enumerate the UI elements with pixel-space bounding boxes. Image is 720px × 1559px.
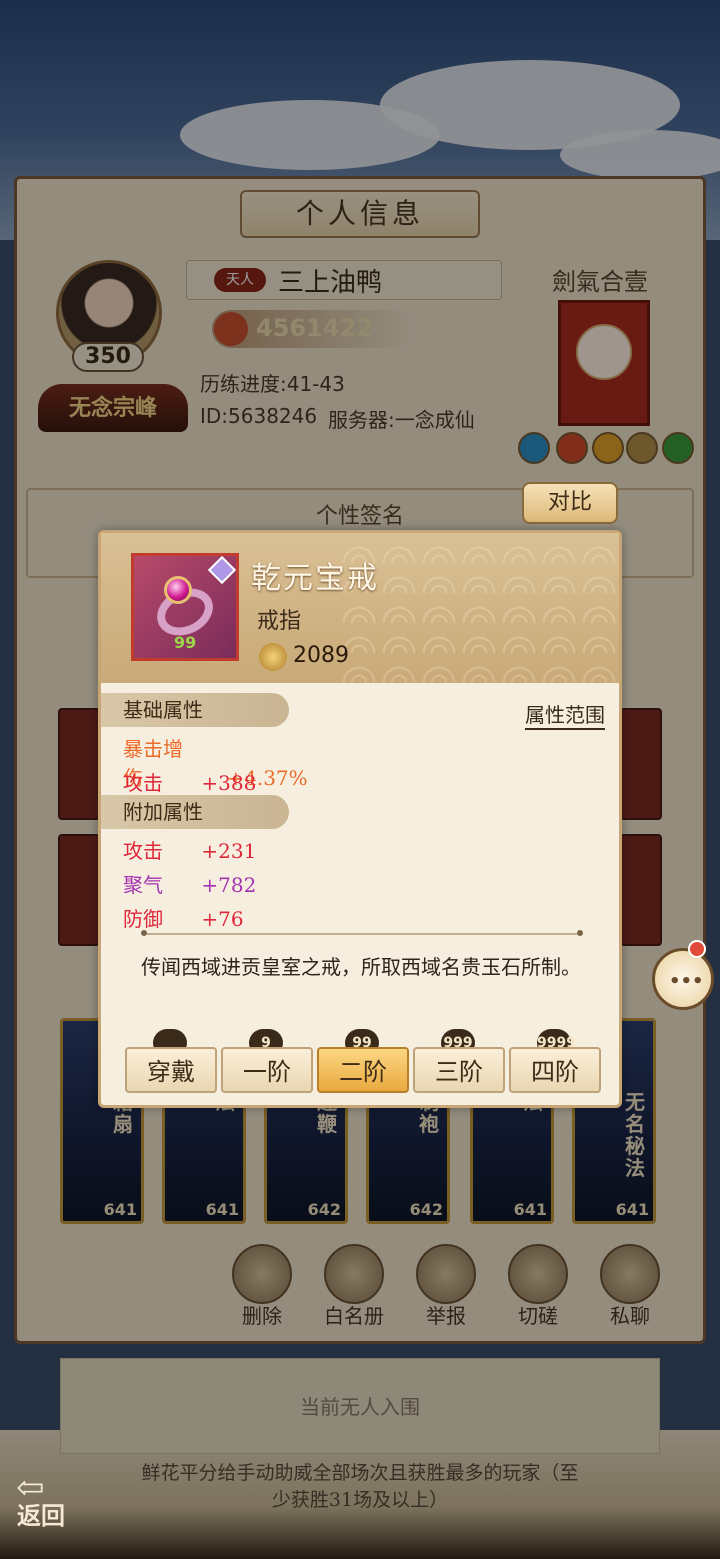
attribute-value: +388 — [201, 771, 257, 795]
notification-dot — [688, 940, 706, 958]
item-header: 99 乾元宝戒 戒指 2089 — [101, 533, 619, 683]
tier-tab-2[interactable]: 二阶 — [317, 1047, 409, 1093]
tier-tab-1[interactable]: 一阶 — [221, 1047, 313, 1093]
attribute-row: 聚气 +782 — [123, 869, 256, 898]
item-grade: 99 — [174, 633, 197, 652]
tier-tab-3[interactable]: 三阶 — [413, 1047, 505, 1093]
item-score: 2089 — [293, 643, 349, 668]
item-description: 传闻西域进贡皇室之戒，所取西域名贵玉石所制。 — [141, 955, 581, 979]
rank-diamond-icon — [207, 555, 237, 585]
chat-bubble-button[interactable]: ••• — [652, 948, 714, 1010]
attribute-name: 攻击 — [123, 839, 163, 863]
extra-attributes-tab: 附加属性 — [101, 795, 289, 829]
attribute-value: +782 — [201, 873, 257, 897]
divider — [141, 930, 583, 936]
item-detail-popup: 99 乾元宝戒 戒指 2089 基础属性 属性范围 暴击增伤 +4.37% 攻击… — [98, 530, 622, 1108]
ring-item-icon: 99 — [131, 553, 239, 661]
attribute-value: +76 — [201, 907, 244, 931]
compare-button[interactable]: 对比 — [522, 482, 618, 524]
ring-gem — [164, 576, 192, 604]
item-name: 乾元宝戒 — [251, 561, 379, 596]
score-icon — [259, 643, 287, 671]
chat-icon: ••• — [669, 971, 704, 992]
wave-pattern — [339, 533, 619, 683]
back-button[interactable]: ⇦ 返回 — [6, 1464, 76, 1534]
attribute-value: +231 — [201, 839, 257, 863]
attribute-name: 防御 — [123, 907, 163, 931]
tier-tab-wear[interactable]: 穿戴 — [125, 1047, 217, 1093]
back-arrow-icon: ⇦ — [16, 1468, 45, 1508]
attribute-row: 防御 +76 — [123, 903, 244, 932]
base-attributes-tab: 基础属性 — [101, 693, 289, 727]
attribute-row: 攻击 +388 — [123, 767, 256, 796]
attribute-range-link[interactable]: 属性范围 — [525, 699, 605, 730]
attribute-row: 攻击 +231 — [123, 835, 256, 864]
attribute-name: 聚气 — [123, 873, 163, 897]
item-type: 戒指 — [257, 609, 302, 634]
tier-tab-4[interactable]: 四阶 — [509, 1047, 601, 1093]
attribute-name: 攻击 — [123, 771, 163, 795]
